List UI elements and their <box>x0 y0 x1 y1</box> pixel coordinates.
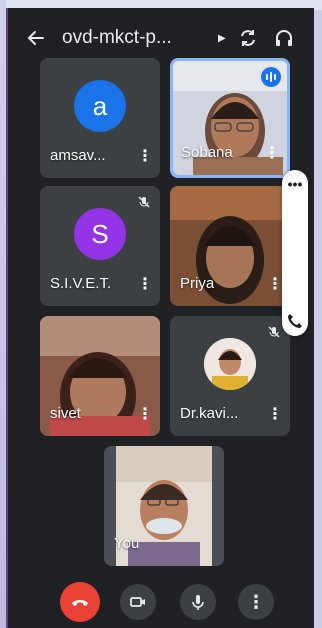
microphone-icon <box>192 595 204 610</box>
call-controls: ⋮ <box>8 582 314 624</box>
participant-name: S.I.V.E.T. <box>50 275 112 292</box>
mic-off-icon <box>134 192 154 212</box>
end-call-button[interactable] <box>60 582 100 622</box>
participant-tile[interactable]: a amsav... ⋮ <box>40 58 160 178</box>
more-horizontal-icon[interactable]: ••• <box>282 176 308 192</box>
participant-tile[interactable]: sivet ⋮ <box>40 316 160 436</box>
self-name: You <box>114 535 140 552</box>
avatar-letter: a <box>92 90 108 121</box>
more-vertical-icon[interactable]: ⋮ <box>136 274 154 296</box>
chevron-right-icon[interactable]: ▶ <box>218 33 226 44</box>
video-camera-icon <box>130 597 145 607</box>
participant-tile[interactable]: Priya ⋮ <box>170 186 290 306</box>
participant-name: Priya <box>180 275 215 292</box>
more-options-button[interactable]: ⋮ <box>238 584 274 620</box>
participant-name: sivet <box>50 405 81 422</box>
switch-camera-icon <box>240 30 255 46</box>
participant-name: Sobana <box>181 144 233 161</box>
participant-tile[interactable]: Dr.kavi... ⋮ <box>170 316 290 436</box>
mic-toggle-button[interactable] <box>180 584 216 620</box>
audio-output-button[interactable] <box>270 24 298 52</box>
speaking-indicator-icon <box>261 67 281 87</box>
floating-call-panel: ••• <box>282 170 308 336</box>
self-tile[interactable]: You <box>104 446 224 566</box>
participant-tile[interactable]: S S.I.V.E.T. ⋮ <box>40 186 160 306</box>
participant-name: amsav... <box>50 147 106 164</box>
avatar: a <box>74 80 126 132</box>
more-vertical-icon: ⋮ <box>247 591 265 612</box>
top-bar: ovd-mkct-p... ▶ <box>8 18 314 58</box>
more-vertical-icon[interactable]: ⋮ <box>136 146 154 168</box>
phone-icon[interactable] <box>286 312 304 330</box>
phone-hangup-icon <box>72 600 88 606</box>
participant-name: Dr.kavi... <box>180 405 239 422</box>
camera-toggle-button[interactable] <box>120 584 156 620</box>
back-button[interactable] <box>20 22 52 54</box>
more-vertical-icon[interactable]: ⋮ <box>136 404 154 426</box>
avatar: S <box>74 208 126 260</box>
more-vertical-icon[interactable]: ⋮ <box>263 143 281 165</box>
more-vertical-icon[interactable]: ⋮ <box>266 404 284 426</box>
meet-call-screen: ovd-mkct-p... ▶ a amsav... ⋮ Sobana ⋮ S … <box>6 8 314 628</box>
headphones-icon <box>275 30 292 46</box>
switch-camera-button[interactable] <box>234 24 262 52</box>
meeting-title[interactable]: ovd-mkct-p... <box>62 27 212 49</box>
avatar-photo <box>204 338 256 390</box>
participant-tile[interactable]: Sobana ⋮ <box>170 58 290 178</box>
avatar-letter: S <box>91 218 109 249</box>
mic-off-icon <box>264 322 284 342</box>
arrow-left-icon <box>27 31 44 45</box>
